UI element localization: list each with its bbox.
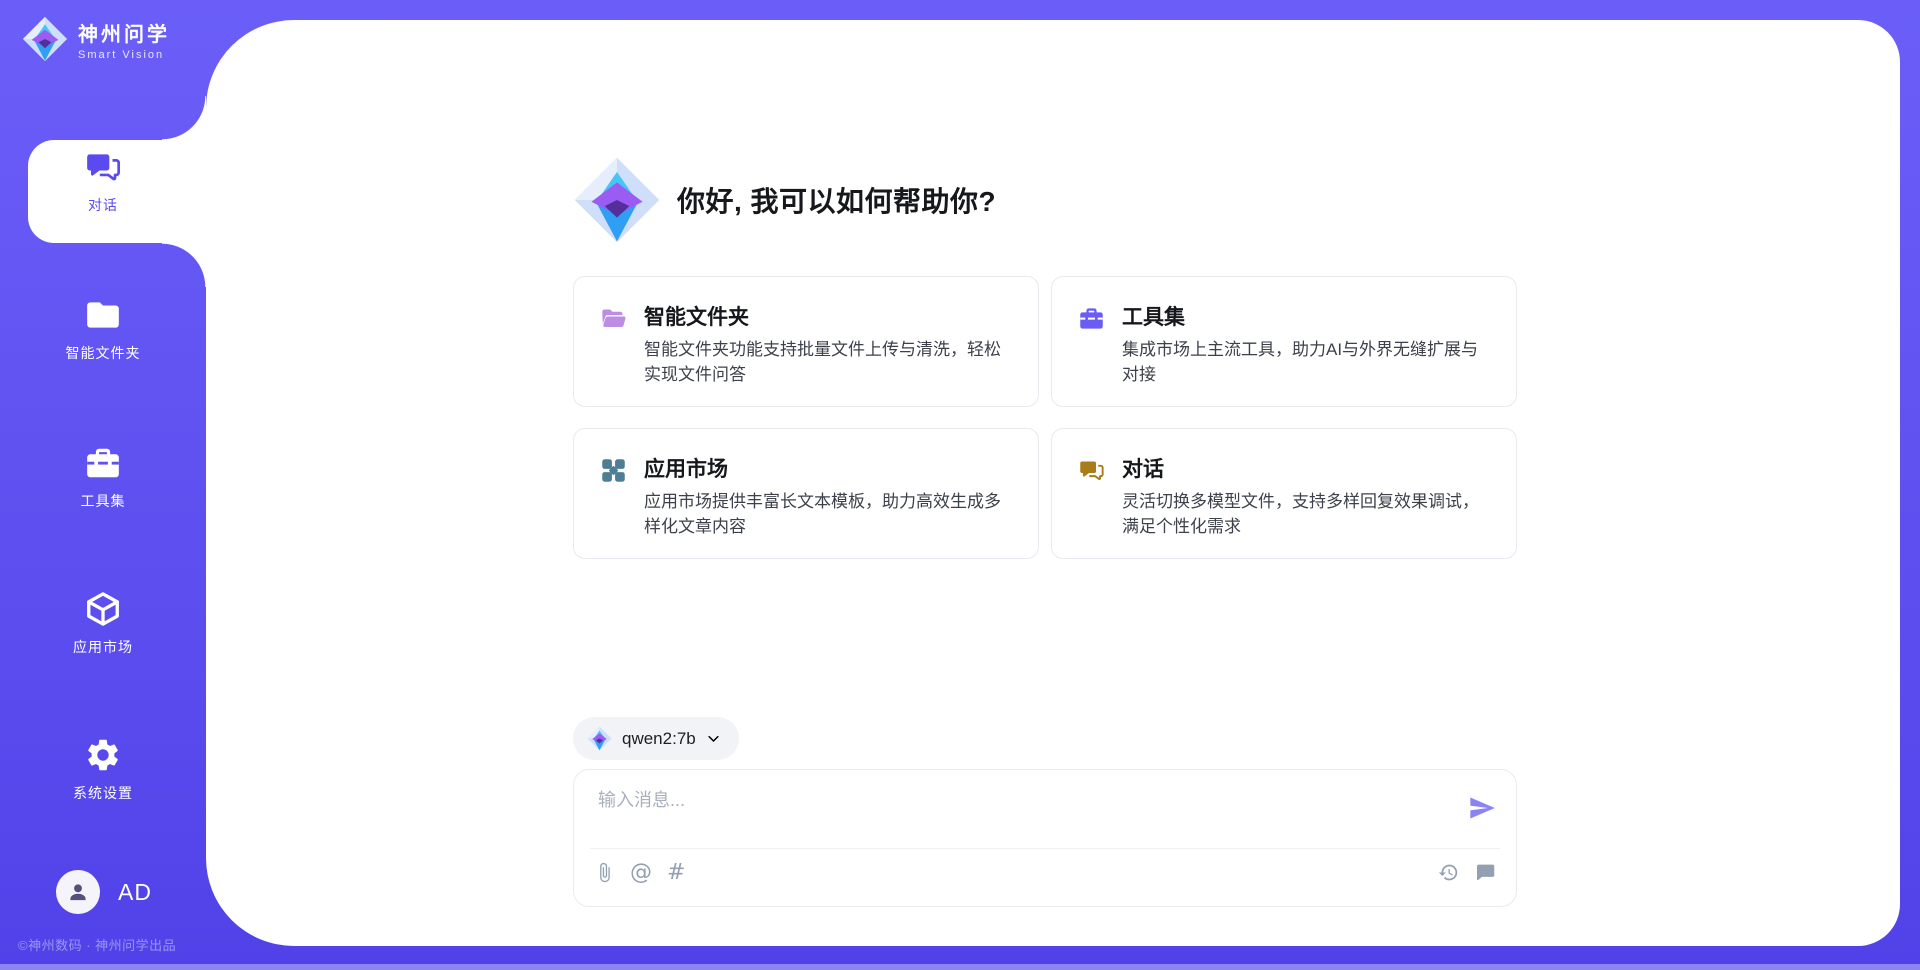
chevron-down-icon [706, 731, 721, 746]
sidebar-item-app-market[interactable]: 应用市场 [0, 590, 206, 657]
chat-icon [84, 148, 122, 186]
card-title: 智能文件夹 [644, 301, 749, 331]
chat-icon [1078, 457, 1105, 484]
message-input[interactable] [598, 786, 1448, 842]
card-app-market[interactable]: 应用市场 应用市场提供丰富长文本模板，助力高效生成多样化文章内容 [573, 428, 1039, 559]
user-name: AD [118, 879, 152, 906]
model-gem-icon [587, 726, 612, 751]
sidebar-item-settings[interactable]: 系统设置 [0, 736, 206, 803]
card-description: 灵活切换多模型文件，支持多样回复效果调试，满足个性化需求 [1122, 489, 1494, 539]
history-icon [1438, 862, 1459, 883]
composer-tools-left: @ # [594, 862, 685, 883]
message-composer: @ # [573, 769, 1517, 907]
brand-name: 神州问学 [78, 18, 170, 47]
brand-gem-icon [22, 16, 68, 62]
sidebar-item-toolset[interactable]: 工具集 [0, 444, 206, 511]
user-account[interactable]: AD [56, 870, 152, 914]
history-button[interactable] [1438, 862, 1459, 883]
card-description: 集成市场上主流工具，助力AI与外界无缝扩展与对接 [1122, 337, 1494, 387]
folder-open-icon [600, 305, 627, 332]
app-grid-icon [600, 457, 627, 484]
brand-subtitle: Smart Vision [78, 49, 170, 61]
conversation-button[interactable] [1475, 862, 1496, 883]
greeting-text: 你好, 我可以如何帮助你? [677, 180, 996, 220]
card-title: 工具集 [1122, 301, 1185, 331]
greeting-gem-icon [573, 156, 661, 244]
gear-icon [84, 736, 122, 774]
at-icon: @ [630, 862, 652, 883]
topic-button[interactable]: # [667, 862, 685, 883]
greeting: 你好, 我可以如何帮助你? [573, 156, 996, 244]
mention-button[interactable]: @ [630, 862, 652, 883]
paperclip-icon [594, 862, 615, 883]
card-description: 应用市场提供丰富长文本模板，助力高效生成多样化文章内容 [644, 489, 1016, 539]
content-column: 你好, 我可以如何帮助你? 智能文件夹 智能文件夹功能支持批量文件上传与清洗，轻… [573, 20, 1517, 946]
folder-icon [84, 296, 122, 334]
sidebar-item-label: 对话 [88, 195, 118, 215]
send-button[interactable] [1468, 794, 1496, 822]
sidebar-item-label: 应用市场 [73, 637, 133, 657]
chat-bubble-icon [1475, 862, 1496, 883]
person-icon [65, 879, 91, 905]
card-title: 应用市场 [644, 453, 728, 483]
composer-tools-right [1438, 862, 1496, 883]
brand-logo: 神州问学 Smart Vision [22, 16, 170, 62]
card-title: 对话 [1122, 453, 1164, 483]
model-selector[interactable]: qwen2:7b [573, 717, 739, 760]
hash-icon: # [667, 862, 685, 883]
sidebar-item-label: 工具集 [81, 491, 126, 511]
copyright-text: ©神州数码 · 神州问学出品 [18, 935, 176, 954]
card-toolset[interactable]: 工具集 集成市场上主流工具，助力AI与外界无缝扩展与对接 [1051, 276, 1517, 407]
sidebar: 神州问学 Smart Vision 对话 智能文件夹 工具集 应用市场 [0, 0, 206, 970]
sidebar-item-label: 智能文件夹 [66, 343, 141, 363]
model-name: qwen2:7b [622, 729, 696, 749]
toolbox-icon [1078, 305, 1105, 332]
card-description: 智能文件夹功能支持批量文件上传与清洗，轻松实现文件问答 [644, 337, 1016, 387]
sidebar-item-smart-folder[interactable]: 智能文件夹 [0, 296, 206, 363]
send-icon [1468, 794, 1496, 822]
sidebar-item-chat[interactable]: 对话 [0, 148, 206, 215]
toolbox-icon [84, 444, 122, 482]
horizontal-scrollbar[interactable] [0, 964, 1920, 970]
sidebar-item-label: 系统设置 [73, 783, 133, 803]
composer-divider [590, 848, 1500, 849]
main-panel: 你好, 我可以如何帮助你? 智能文件夹 智能文件夹功能支持批量文件上传与清洗，轻… [206, 20, 1900, 946]
avatar [56, 870, 100, 914]
card-smart-folder[interactable]: 智能文件夹 智能文件夹功能支持批量文件上传与清洗，轻松实现文件问答 [573, 276, 1039, 407]
card-chat[interactable]: 对话 灵活切换多模型文件，支持多样回复效果调试，满足个性化需求 [1051, 428, 1517, 559]
attach-file-button[interactable] [594, 862, 615, 883]
cube-icon [84, 590, 122, 628]
